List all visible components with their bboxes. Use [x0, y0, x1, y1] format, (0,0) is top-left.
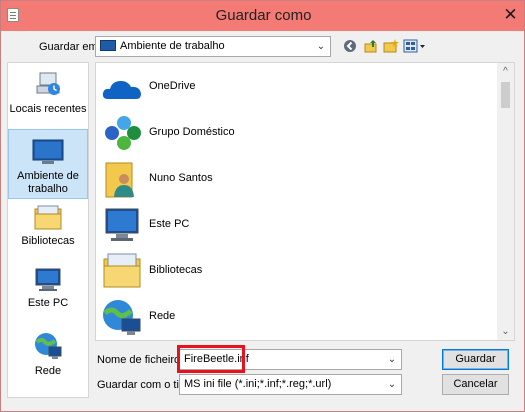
place-recent[interactable]: Locais recentes	[8, 69, 88, 121]
view-menu-button[interactable]	[402, 39, 428, 55]
vertical-scrollbar[interactable]: ^ ⌄	[497, 63, 514, 340]
place-libraries[interactable]: Bibliotecas	[8, 205, 88, 257]
back-button[interactable]	[341, 39, 359, 55]
place-label: Locais recentes	[9, 103, 87, 115]
list-item[interactable]: OneDrive	[100, 65, 400, 109]
desktop-icon	[32, 139, 64, 164]
save-as-dialog: Guardar como ✕ Guardar em: Ambiente de t…	[0, 0, 525, 412]
libraries-icon	[34, 205, 62, 230]
place-desktop[interactable]: Ambiente de trabalho	[8, 129, 88, 199]
places-bar: Locais recentes Ambiente de trabalho Bib…	[7, 62, 89, 398]
place-label: Ambiente de trabalho	[17, 170, 79, 195]
recent-places-icon	[36, 72, 60, 95]
chevron-down-icon: ⌄	[387, 354, 397, 365]
save-button[interactable]: Guardar	[442, 349, 509, 370]
user-folder-icon	[105, 162, 134, 198]
place-this-pc[interactable]: Este PC	[8, 267, 88, 319]
save-in-dropdown[interactable]: Ambiente de trabalho ⌄	[95, 36, 331, 57]
chevron-down-icon: ⌄	[316, 41, 326, 52]
scroll-down-icon[interactable]: ⌄	[497, 323, 514, 340]
filename-highlight	[177, 345, 245, 373]
filetype-dropdown[interactable]: MS ini file (*.ini;*.inf;*.reg;*.url) ⌄	[179, 374, 402, 395]
chevron-down-icon: ⌄	[387, 379, 397, 390]
file-name: Rede	[149, 310, 176, 322]
file-name: OneDrive	[149, 80, 196, 92]
scroll-up-icon[interactable]: ^	[497, 63, 514, 80]
computer-icon	[105, 208, 139, 241]
view-menu-icon	[403, 39, 425, 53]
filetype-value: MS ini file (*.ini;*.inf;*.reg;*.url)	[184, 378, 332, 390]
list-item[interactable]: Nuno Santos	[100, 157, 400, 201]
save-in-value: Ambiente de trabalho	[120, 40, 225, 52]
window-title: Guardar como	[215, 7, 312, 24]
up-folder-button[interactable]	[362, 39, 380, 55]
title-bar[interactable]: Guardar como ✕	[1, 1, 524, 31]
close-button[interactable]: ✕	[499, 4, 522, 25]
list-item[interactable]: Rede	[100, 295, 400, 339]
homegroup-icon	[105, 116, 141, 150]
place-network[interactable]: Rede	[8, 331, 88, 383]
network-icon	[103, 300, 141, 335]
list-item[interactable]: Bibliotecas	[100, 249, 400, 293]
list-item[interactable]: Este PC	[100, 203, 400, 247]
desktop-icon	[100, 40, 116, 51]
file-name: Este PC	[149, 218, 190, 230]
cancel-button[interactable]: Cancelar	[442, 374, 509, 395]
onedrive-icon	[102, 81, 141, 99]
file-name: Bibliotecas	[149, 264, 203, 276]
file-list[interactable]: OneDrive Grupo Doméstico Nuno Santos Est…	[95, 62, 515, 341]
new-folder-icon	[383, 39, 399, 53]
place-label: Este PC	[27, 297, 69, 309]
place-label: Bibliotecas	[21, 235, 75, 247]
network-icon	[35, 333, 62, 359]
file-name: Grupo Doméstico	[149, 126, 235, 138]
place-label: Rede	[34, 365, 62, 377]
computer-icon	[35, 268, 61, 291]
scroll-thumb[interactable]	[501, 82, 510, 108]
back-icon	[344, 40, 356, 52]
list-item[interactable]: Grupo Doméstico	[100, 111, 400, 155]
filename-label: Nome de ficheiro:	[97, 354, 184, 366]
new-folder-button[interactable]	[382, 39, 400, 55]
save-in-label: Guardar em:	[39, 41, 101, 53]
up-folder-icon	[364, 40, 377, 53]
libraries-icon	[103, 253, 141, 288]
file-name: Nuno Santos	[149, 172, 213, 184]
